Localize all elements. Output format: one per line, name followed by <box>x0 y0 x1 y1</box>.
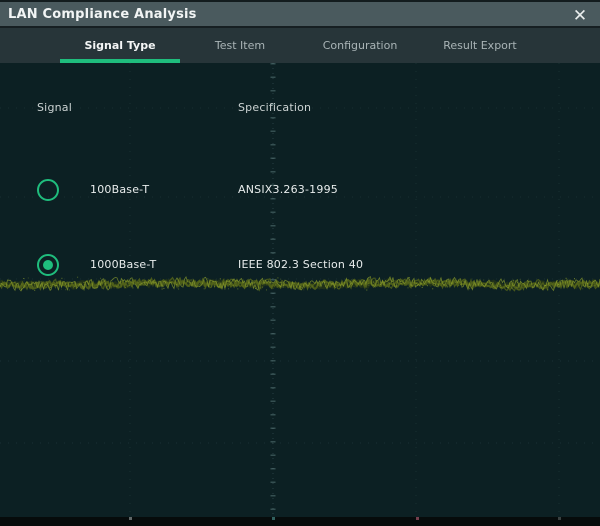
specification-column-header: Specification <box>238 101 311 114</box>
signal-row[interactable]: 100Base-T ANSIX3.263-1995 <box>37 176 577 204</box>
tab-result-export[interactable]: Result Export <box>420 28 540 63</box>
close-icon: ✕ <box>573 7 587 24</box>
bottom-bar <box>0 517 600 526</box>
lan-compliance-dialog: LAN Compliance Analysis ✕ Signal Type Te… <box>0 0 600 526</box>
dialog-title: LAN Compliance Analysis <box>0 7 197 22</box>
tab-test-item[interactable]: Test Item <box>180 28 300 63</box>
tabbar: Signal Type Test Item Configuration Resu… <box>0 28 600 63</box>
graticule-grid <box>0 63 600 517</box>
tab-signal-type[interactable]: Signal Type <box>60 28 180 63</box>
signal-row[interactable]: 1000Base-T IEEE 802.3 Section 40 <box>37 251 577 279</box>
close-button[interactable]: ✕ <box>564 2 596 28</box>
bottom-tick <box>416 517 419 520</box>
tab-configuration[interactable]: Configuration <box>300 28 420 63</box>
signal-label: 100Base-T <box>90 183 149 196</box>
oscilloscope-screen: Signal Specification 100Base-T ANSIX3.26… <box>0 63 600 517</box>
bottom-tick <box>272 517 275 520</box>
titlebar: LAN Compliance Analysis ✕ <box>0 0 600 26</box>
radio-button[interactable] <box>37 254 59 276</box>
bottom-tick <box>558 517 561 520</box>
bottom-tick <box>129 517 132 520</box>
signal-column-header: Signal <box>37 101 72 114</box>
specification-label: IEEE 802.3 Section 40 <box>238 258 363 271</box>
specification-label: ANSIX3.263-1995 <box>238 183 338 196</box>
radio-button[interactable] <box>37 179 59 201</box>
signal-label: 1000Base-T <box>90 258 156 271</box>
